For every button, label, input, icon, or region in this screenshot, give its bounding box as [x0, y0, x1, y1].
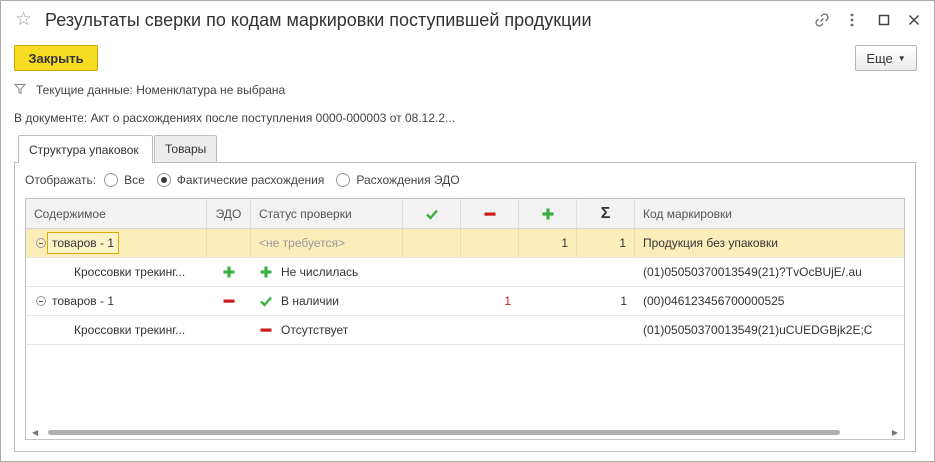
- radio-edo-discrepancies-label: Расхождения ЭДО: [356, 173, 460, 187]
- col-edo-header[interactable]: ЭДО: [207, 199, 251, 229]
- document-info: В документе: Акт о расхождениях после по…: [14, 111, 456, 125]
- row-content-cell: Кроссовки трекинг...: [74, 265, 186, 279]
- row-content-cell[interactable]: товаров - 1: [26, 287, 207, 315]
- plus-icon: [542, 208, 553, 220]
- display-filter: Отображать: Все Фактические расхождения …: [25, 171, 460, 189]
- row-status-cell: Отсутствует: [251, 316, 403, 344]
- scrollbar-thumb[interactable]: [48, 430, 840, 435]
- more-button-label: Еще: [866, 50, 893, 66]
- row-status-cell: Не числилась: [251, 258, 403, 286]
- col-plus-header[interactable]: [519, 199, 577, 229]
- row-content-text: товаров - 1: [52, 294, 115, 308]
- collapse-icon[interactable]: [36, 238, 46, 248]
- row-status-cell: В наличии: [251, 287, 403, 315]
- radio-all[interactable]: Все: [104, 173, 145, 187]
- col-check-header[interactable]: [403, 199, 461, 229]
- title-bar: ☆ Результаты сверки по кодам маркировки …: [1, 1, 934, 41]
- row-sum-cell: 1: [620, 294, 627, 308]
- row-code-cell: (00)046123456700000525: [643, 294, 785, 308]
- minus-icon: [223, 299, 235, 303]
- row-edo-cell: [207, 287, 251, 315]
- minus-icon: [260, 328, 272, 332]
- col-sum-header[interactable]: Σ: [577, 199, 635, 229]
- table-row[interactable]: товаров - 1 В наличии 1 1 (00)0461234567…: [26, 287, 904, 316]
- link-icon[interactable]: [813, 12, 831, 30]
- chevron-down-icon: ▼: [897, 53, 906, 63]
- radio-actual-discrepancies-circle[interactable]: [156, 173, 171, 187]
- tab-package-structure[interactable]: Структура упаковок: [18, 135, 153, 163]
- row-content-text: товаров - 1: [47, 232, 120, 254]
- row-code-cell: (01)05050370013549(21)uCUEDGBjk2E;C: [643, 323, 873, 337]
- collapse-icon[interactable]: [36, 296, 46, 306]
- scroll-left-icon[interactable]: ◀: [32, 428, 38, 437]
- form-window: ☆ Результаты сверки по кодам маркировки …: [0, 0, 935, 462]
- row-sum-cell: 1: [577, 229, 635, 257]
- filter-icon: [13, 83, 27, 95]
- horizontal-scrollbar[interactable]: ◀ ▶: [26, 425, 904, 439]
- col-minus-header[interactable]: [461, 199, 519, 229]
- row-check-cell: [403, 229, 461, 257]
- close-button[interactable]: Закрыть: [14, 45, 98, 71]
- radio-all-circle[interactable]: [104, 173, 119, 187]
- row-minus-cell: [461, 229, 519, 257]
- window-title: Результаты сверки по кодам маркировки по…: [45, 10, 592, 30]
- row-code-cell: Продукция без упаковки: [643, 236, 778, 250]
- table-row[interactable]: Кроссовки трекинг... Не числилась (01)05…: [26, 258, 904, 287]
- radio-edo-discrepancies-circle[interactable]: [336, 173, 351, 187]
- minus-icon: [484, 212, 495, 216]
- check-icon: [260, 296, 272, 307]
- tab-goods[interactable]: Товары: [154, 135, 217, 162]
- display-filter-label: Отображать:: [25, 173, 97, 187]
- row-edo-cell: [207, 229, 251, 257]
- radio-edo-discrepancies[interactable]: Расхождения ЭДО: [336, 173, 460, 187]
- row-status-text: Не числилась: [281, 265, 359, 279]
- plus-icon: [260, 266, 272, 278]
- row-edo-cell: [207, 258, 251, 286]
- maximize-icon[interactable]: [875, 12, 893, 30]
- star-icon[interactable]: ☆: [15, 10, 35, 30]
- more-button[interactable]: Еще ▼: [855, 45, 917, 71]
- check-icon: [425, 209, 438, 220]
- filter-info-text: Текущие данные: Номенклатура не выбрана: [36, 83, 286, 97]
- row-content-cell[interactable]: товаров - 1: [26, 229, 207, 257]
- table-row[interactable]: Кроссовки трекинг... Отсутствует (01)050…: [26, 316, 904, 345]
- row-code-cell: (01)05050370013549(21)?TvOcBUjE/.au: [643, 265, 862, 279]
- row-plus-cell: 1: [519, 229, 577, 257]
- row-status-text: В наличии: [281, 294, 340, 308]
- table-row[interactable]: товаров - 1 <не требуется> 1 1 Продукция…: [26, 229, 904, 258]
- row-status-text: Отсутствует: [281, 323, 349, 337]
- radio-all-label: Все: [124, 173, 145, 187]
- row-status-cell: <не требуется>: [251, 229, 403, 257]
- plus-icon: [223, 266, 235, 278]
- col-status-header[interactable]: Статус проверки: [251, 199, 403, 229]
- more-vertical-icon[interactable]: [843, 12, 861, 30]
- close-icon[interactable]: [905, 12, 923, 30]
- filter-info: Текущие данные: Номенклатура не выбрана: [13, 83, 286, 97]
- radio-actual-discrepancies[interactable]: Фактические расхождения: [156, 173, 325, 187]
- col-code-header[interactable]: Код маркировки: [635, 199, 904, 229]
- table-header: Содержимое ЭДО Статус проверки Σ Код мар…: [26, 199, 904, 229]
- results-table[interactable]: Содержимое ЭДО Статус проверки Σ Код мар…: [25, 198, 905, 440]
- col-content-header[interactable]: Содержимое: [26, 199, 207, 229]
- scroll-right-icon[interactable]: ▶: [892, 428, 898, 437]
- radio-actual-discrepancies-label: Фактические расхождения: [176, 173, 325, 187]
- row-minus-cell: 1: [504, 294, 511, 308]
- row-content-cell: Кроссовки трекинг...: [74, 323, 186, 337]
